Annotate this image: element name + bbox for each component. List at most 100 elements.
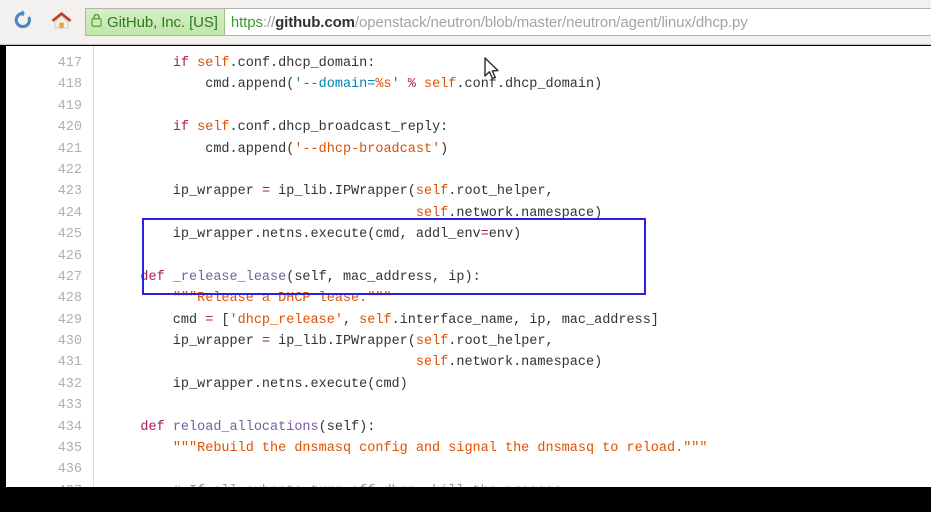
line-number: 429 xyxy=(57,312,82,328)
code-token: %s xyxy=(375,77,392,93)
line-number: 425 xyxy=(57,227,82,243)
code-token: self xyxy=(197,120,230,136)
code-token: (self): xyxy=(318,419,376,435)
code-token: .network.namespace) xyxy=(448,205,603,221)
code-line: ip_wrapper.netns.execute(cmd) xyxy=(108,374,931,395)
url-separator: :// xyxy=(262,13,276,31)
code-token: cmd xyxy=(108,312,206,328)
code-line: cmd = ['dhcp_release', self.interface_na… xyxy=(108,310,931,331)
reload-button[interactable] xyxy=(8,7,38,37)
code-token: self xyxy=(415,334,449,350)
line-number: 430 xyxy=(57,334,82,350)
code-token: if xyxy=(172,56,198,71)
site-identity-label: GitHub, Inc. [US] xyxy=(107,13,218,31)
line-number: 428 xyxy=(57,291,82,307)
code-line: cmd.append('--dhcp-broadcast') xyxy=(108,139,931,160)
line-number: 433 xyxy=(57,398,82,414)
home-button[interactable] xyxy=(46,7,76,37)
code-token: = xyxy=(261,334,271,350)
line-number: 420 xyxy=(57,120,82,136)
code-token: 'dhcp_release' xyxy=(229,312,343,328)
line-number: 437 xyxy=(6,481,82,487)
line-number: 427 xyxy=(57,269,82,285)
code-token: self xyxy=(415,184,449,200)
line-number: 418 xyxy=(57,77,82,93)
line-number: 435 xyxy=(57,441,82,457)
browser-toolbar: GitHub, Inc. [US] https://github.com/ope… xyxy=(0,0,931,45)
code-token: reload_allocations xyxy=(172,419,319,435)
code-token: _release_lease xyxy=(172,269,287,285)
code-token: .root_helper, xyxy=(448,334,554,350)
url-bar[interactable]: GitHub, Inc. [US] https://github.com/ope… xyxy=(85,8,931,36)
url-host: github.com xyxy=(275,13,355,31)
line-number: 431 xyxy=(57,355,82,371)
code-token: (self, mac_address, ip): xyxy=(286,269,481,285)
code-token: , xyxy=(342,312,360,328)
code-token: cmd.append( xyxy=(108,77,295,93)
line-number: 417 xyxy=(57,56,82,71)
code-token: ip_wrapper xyxy=(108,334,262,350)
code-token: env) xyxy=(488,227,522,243)
padlock-icon xyxy=(91,13,102,32)
code-token: .interface_name, ip, mac_address] xyxy=(391,312,659,328)
code-token: .conf.dhcp_broadcast_reply: xyxy=(229,120,449,136)
code-token: ) xyxy=(440,141,449,157)
code-line: ip_wrapper.netns.execute(cmd, addl_env=e… xyxy=(108,224,931,245)
code-token: % xyxy=(399,77,424,93)
url-path: /openstack/neutron/blob/master/neutron/a… xyxy=(354,13,748,31)
url-scheme: https xyxy=(230,13,263,31)
code-token: # If all subnets turn off dhcp, kill the… xyxy=(173,484,570,487)
code-token: ip_wrapper.netns.execute(cmd, addl_env xyxy=(108,227,481,243)
code-line: def _release_lease(self, mac_address, ip… xyxy=(108,267,931,288)
code-token: self xyxy=(415,205,449,221)
code-token: = xyxy=(261,184,271,200)
code-token: .conf.dhcp_domain: xyxy=(229,56,376,71)
code-token: ip_wrapper.netns.execute(cmd) xyxy=(108,376,408,392)
code-line: # If all subnets turn off dhcp, kill the… xyxy=(108,481,931,487)
code-token: = xyxy=(480,227,489,243)
line-number: 426 xyxy=(57,248,82,264)
code-line: ip_wrapper = ip_lib.IPWrapper(self.root_… xyxy=(108,181,931,202)
code-line: cmd.append('--domain=%s' % self.conf.dhc… xyxy=(108,74,931,95)
code-token: """Rebuild the dnsmasq config and signal… xyxy=(172,441,708,457)
code-token: ' xyxy=(391,77,400,93)
code-viewer: 417 418 419 420 421 422 423 424 425 426 427 428 429 4… xyxy=(6,46,931,487)
code-line: """Release a DHCP lease.""" xyxy=(108,288,931,309)
code-line: if self.conf.dhcp_broadcast_reply: xyxy=(108,117,931,138)
code-line: def reload_allocations(self): xyxy=(108,417,931,438)
line-number: 422 xyxy=(57,162,82,178)
code-line: self.network.namespace) xyxy=(108,352,931,373)
code-line: ip_wrapper = ip_lib.IPWrapper(self.root_… xyxy=(108,331,931,352)
site-identity-badge[interactable]: GitHub, Inc. [US] xyxy=(86,9,225,35)
code-lines[interactable]: if self.conf.dhcp_domain: cmd.append('--… xyxy=(94,46,931,487)
code-line: if self.conf.dhcp_domain: xyxy=(108,53,931,74)
code-token: '--dhcp-broadcast' xyxy=(294,141,441,157)
code-token: self xyxy=(415,355,449,371)
reload-icon xyxy=(12,9,34,36)
line-number: 432 xyxy=(57,376,82,392)
code-token: ip_lib.IPWrapper( xyxy=(270,184,416,200)
code-token: """Release a DHCP lease.""" xyxy=(172,291,392,307)
line-number: 421 xyxy=(57,141,82,157)
browser-window: GitHub, Inc. [US] https://github.com/ope… xyxy=(0,0,931,512)
code-token: self xyxy=(423,77,457,93)
code-token: self xyxy=(359,312,392,328)
code-line: self.network.namespace) xyxy=(108,203,931,224)
code-token: ip_wrapper xyxy=(108,184,262,200)
code-line: """Rebuild the dnsmasq config and signal… xyxy=(108,438,931,459)
line-number: 419 xyxy=(57,98,82,114)
line-number: 423 xyxy=(57,184,82,200)
code-token: if xyxy=(172,120,198,136)
url-text[interactable]: https://github.com/openstack/neutron/blo… xyxy=(225,9,748,35)
line-number: 436 xyxy=(57,462,82,478)
